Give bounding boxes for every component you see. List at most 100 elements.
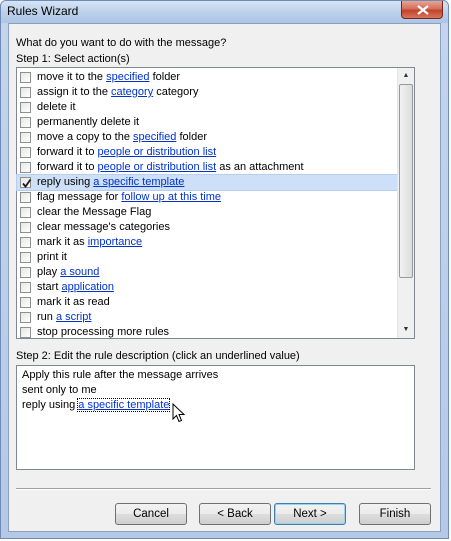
action-row[interactable]: mark it as importance: [17, 235, 397, 250]
action-checkbox[interactable]: [20, 312, 31, 323]
action-label: stop processing more rules: [37, 325, 169, 340]
action-value-link[interactable]: specified: [133, 131, 176, 143]
action-label-text: assign it to the: [37, 86, 111, 98]
back-button[interactable]: < Back: [199, 503, 271, 525]
action-label-text: stop processing more rules: [37, 326, 170, 338]
finish-button[interactable]: Finish: [359, 503, 431, 525]
action-label: assign it to the category category: [37, 85, 198, 100]
action-checkbox[interactable]: [20, 222, 31, 233]
action-row[interactable]: print it: [17, 250, 397, 265]
next-button[interactable]: Next >: [274, 503, 346, 525]
action-checkbox[interactable]: [20, 132, 31, 143]
action-row[interactable]: clear the Message Flag: [17, 205, 397, 220]
action-label: reply using a specific template: [37, 175, 184, 190]
action-checkbox[interactable]: [20, 117, 31, 128]
action-checkbox[interactable]: [20, 327, 31, 338]
actions-listbox[interactable]: move it to the specified folder assign it…: [16, 67, 415, 339]
action-label-text: clear message's categories: [37, 221, 170, 233]
action-value-link[interactable]: specified: [106, 71, 149, 83]
action-checkbox[interactable]: [20, 192, 31, 203]
action-label-text: mark it as: [37, 236, 88, 248]
action-checkbox[interactable]: [20, 177, 32, 188]
action-label-text: clear the Message Flag: [37, 206, 152, 218]
action-label-suffix: as an attachment: [216, 161, 304, 173]
action-row[interactable]: move a copy to the specified folder: [17, 130, 397, 145]
cancel-button[interactable]: Cancel: [115, 503, 187, 525]
action-value-link[interactable]: people or distribution list: [98, 146, 217, 158]
action-label-text: flag message for: [37, 191, 122, 203]
action-label-suffix: folder: [176, 131, 207, 143]
action-row[interactable]: permanently delete it: [17, 115, 397, 130]
title-bar[interactable]: Rules Wizard: [1, 1, 448, 23]
action-label-text: delete it: [37, 101, 76, 113]
action-checkbox[interactable]: [20, 102, 31, 113]
action-checkbox[interactable]: [20, 147, 31, 158]
action-value-link[interactable]: category: [111, 86, 153, 98]
scroll-thumb[interactable]: [399, 84, 413, 278]
action-label: permanently delete it: [37, 115, 139, 130]
action-label-text: start: [37, 281, 62, 293]
action-value-link[interactable]: a script: [56, 311, 91, 323]
actions-list: move it to the specified folder assign it…: [16, 68, 398, 340]
action-value-link[interactable]: follow up at this time: [121, 191, 221, 203]
dialog-body: What do you want to do with the message?…: [8, 23, 441, 532]
action-label: move it to the specified folder: [37, 70, 180, 85]
actions-scrollbar[interactable]: ▲ ▼: [397, 68, 414, 338]
action-label-text: print it: [37, 251, 67, 263]
action-label: delete it: [37, 100, 76, 115]
action-row[interactable]: forward it to people or distribution lis…: [17, 145, 397, 160]
action-row[interactable]: delete it: [17, 100, 397, 115]
action-checkbox[interactable]: [20, 207, 31, 218]
action-row[interactable]: play a sound: [17, 265, 397, 280]
scroll-up-arrow-icon[interactable]: ▲: [398, 68, 414, 84]
action-row[interactable]: start application: [17, 280, 397, 295]
action-value-link[interactable]: importance: [88, 236, 142, 248]
action-checkbox[interactable]: [20, 297, 31, 308]
action-label: move a copy to the specified folder: [37, 130, 207, 145]
action-value-link[interactable]: people or distribution list: [98, 161, 217, 173]
action-row[interactable]: move it to the specified folder: [17, 70, 397, 85]
scroll-down-arrow-icon[interactable]: ▼: [398, 322, 414, 338]
action-value-link[interactable]: application: [61, 281, 114, 293]
action-checkbox[interactable]: [20, 282, 31, 293]
action-checkbox[interactable]: [20, 87, 31, 98]
action-value-link[interactable]: a specific template: [93, 176, 184, 188]
action-checkbox[interactable]: [20, 72, 31, 83]
action-label-text: reply using: [37, 176, 94, 188]
action-label-suffix: folder: [149, 71, 181, 83]
action-row[interactable]: forward it to people or distribution lis…: [17, 160, 397, 175]
action-label-text: mark it as read: [37, 296, 110, 308]
close-button[interactable]: [401, 1, 443, 19]
action-checkbox[interactable]: [20, 237, 31, 248]
action-label: flag message for follow up at this time: [37, 190, 221, 205]
action-label-text: forward it to: [37, 146, 98, 158]
specific-template-link[interactable]: a specific template: [77, 398, 171, 412]
description-line-3-text: reply using: [22, 399, 79, 411]
description-line-3: reply using a specific template: [22, 398, 171, 412]
rule-description-box[interactable]: Apply this rule after the message arrive…: [16, 365, 415, 470]
action-label-text: run: [37, 311, 56, 323]
action-checkbox[interactable]: [20, 252, 31, 263]
action-row[interactable]: assign it to the category category: [17, 85, 397, 100]
action-label: play a sound: [37, 265, 99, 280]
close-icon: [417, 5, 429, 15]
action-row[interactable]: reply using a specific template: [16, 174, 398, 191]
action-row[interactable]: stop processing more rules: [17, 325, 397, 340]
step2-label: Step 2: Edit the rule description (click…: [16, 350, 300, 362]
action-checkbox[interactable]: [20, 267, 31, 278]
action-checkbox[interactable]: [20, 162, 31, 173]
checkmark-icon: [22, 178, 32, 188]
rules-wizard-window: Rules Wizard What do you want to do with…: [0, 0, 449, 539]
action-row[interactable]: run a script: [17, 310, 397, 325]
action-label: mark it as read: [37, 295, 110, 310]
action-row[interactable]: clear message's categories: [17, 220, 397, 235]
action-row[interactable]: flag message for follow up at this time: [17, 190, 397, 205]
prompt-question: What do you want to do with the message?: [16, 37, 227, 49]
action-label: clear message's categories: [37, 220, 170, 235]
action-row[interactable]: mark it as read: [17, 295, 397, 310]
window-title: Rules Wizard: [7, 4, 79, 18]
action-label-text: forward it to: [37, 161, 98, 173]
action-value-link[interactable]: a sound: [60, 266, 99, 278]
action-label-text: play: [37, 266, 61, 278]
action-label: mark it as importance: [37, 235, 142, 250]
